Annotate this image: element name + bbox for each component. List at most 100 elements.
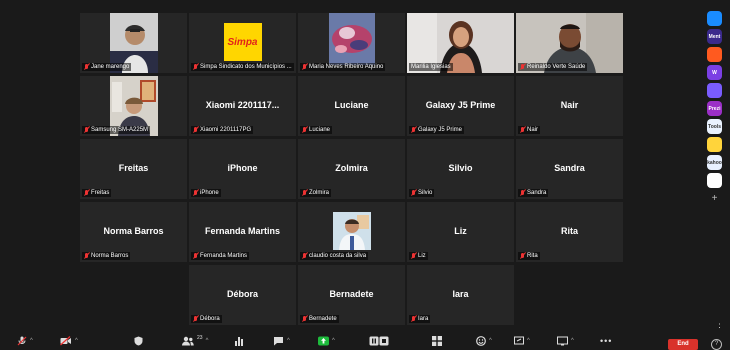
mute-options-caret[interactable]: ^ — [30, 338, 33, 344]
participant-display-name: iPhone — [227, 163, 258, 174]
polls-button[interactable] — [234, 335, 244, 346]
participant-name: claudio costa da silva — [309, 253, 367, 259]
whiteboard-icon — [514, 336, 524, 344]
participant-tile[interactable]: Bernadete Bernadete — [298, 265, 405, 325]
share-screen-button[interactable]: ^ — [318, 335, 335, 346]
app-label: Ment — [708, 33, 721, 40]
prezi-icon[interactable]: Prezi — [707, 101, 722, 116]
participant-tile[interactable]: Débora Débora — [189, 265, 296, 325]
meeting-toolbar: ^ ^ 23 ^ ^ ^ ^ ^ ^ ••• — [0, 330, 730, 350]
view-button[interactable] — [432, 335, 442, 346]
participant-tile[interactable]: Liz Liz — [407, 202, 514, 262]
participant-name-label: Silvio — [409, 189, 435, 197]
participant-name: Zolmira — [309, 190, 330, 196]
participants-icon — [182, 336, 194, 345]
participant-name: Rita — [527, 253, 538, 259]
whiteboard-options-caret[interactable]: ^ — [527, 338, 530, 344]
participant-tile[interactable]: Galaxy J5 Prime Galaxy J5 Prime — [407, 76, 514, 136]
app-label: kahoo — [707, 159, 722, 166]
mic-muted-icon — [411, 127, 416, 133]
participant-display-name: Norma Barros — [103, 226, 164, 237]
participants-options-caret[interactable]: ^ — [206, 338, 209, 344]
mic-muted-icon — [17, 336, 27, 345]
participant-video: Simpa — [223, 23, 262, 61]
participant-tile[interactable]: Zolmira Zolmira — [298, 139, 405, 199]
w-app-icon[interactable]: W — [707, 65, 722, 80]
captions-options-caret[interactable]: ^ — [571, 338, 574, 344]
participant-name-label: Iara — [409, 315, 431, 323]
help-icon[interactable]: ? — [711, 339, 722, 350]
participant-name: Nair — [527, 127, 539, 133]
participant-name-label: Zolmira — [300, 189, 332, 197]
tools-app-icon[interactable]: Tools — [707, 119, 722, 134]
participant-name: Silvio — [418, 190, 433, 196]
participant-name: Freitas — [91, 190, 110, 196]
participant-name-label: Simpa Sindicato dos Municípios ... — [191, 63, 294, 71]
participant-name: Reinaldo Verte Saúde — [527, 64, 586, 70]
app-label: Prezi — [708, 105, 721, 112]
participant-tile[interactable]: Reinaldo Verte Saúde — [516, 13, 623, 73]
mic-muted-icon — [302, 253, 307, 259]
participant-name-label: Jane marengo — [82, 63, 132, 71]
participant-tile[interactable]: Maria Neves Ribeiro Aquino — [298, 13, 405, 73]
orange-app-icon[interactable] — [707, 47, 722, 62]
share-options-caret[interactable]: ^ — [332, 338, 335, 344]
record-button[interactable] — [369, 335, 389, 346]
participant-display-name: Rita — [560, 226, 578, 237]
video-off-icon — [60, 335, 71, 345]
participant-name: Liz — [418, 253, 426, 259]
participant-tile[interactable]: Simpa Simpa Sindicato dos Municípios ... — [189, 13, 296, 73]
captions-button[interactable]: ^ — [557, 335, 574, 346]
app-blue-icon[interactable] — [707, 11, 722, 26]
participant-tile[interactable]: Samsung SM-A225M — [80, 76, 187, 136]
security-button[interactable] — [134, 335, 143, 346]
mute-button[interactable]: ^ — [17, 335, 33, 346]
video-button[interactable]: ^ — [60, 335, 78, 346]
multicolor-app-icon[interactable] — [707, 173, 722, 188]
yellow-app-icon[interactable] — [707, 137, 722, 152]
participant-tile[interactable]: Xiaomi 2201117... Xiaomi 2201117PG — [189, 76, 296, 136]
participant-name: Iara — [418, 316, 429, 322]
video-options-caret[interactable]: ^ — [75, 338, 78, 344]
participant-name-label: Sandra — [518, 189, 549, 197]
participant-tile[interactable]: iPhone iPhone — [189, 139, 296, 199]
participant-display-name: Zolmira — [335, 163, 368, 174]
record-icon — [369, 336, 389, 345]
participant-display-name: Iara — [452, 289, 469, 300]
participant-name-label: Galaxy J5 Prime — [409, 126, 465, 134]
participant-tile[interactable]: claudio costa da silva — [298, 202, 405, 262]
participant-tile[interactable]: Jane marengo — [80, 13, 187, 73]
add-app-icon[interactable]: + — [707, 191, 722, 206]
participant-tile[interactable]: Sandra Sandra — [516, 139, 623, 199]
participants-button[interactable]: 23 ^ — [182, 335, 208, 346]
purple-app-icon[interactable] — [707, 83, 722, 98]
participant-tile[interactable]: Marilia Iglesias — [407, 13, 514, 73]
participant-tile[interactable]: Luciane Luciane — [298, 76, 405, 136]
participant-tile[interactable]: Freitas Freitas — [80, 139, 187, 199]
mentimeter-icon[interactable]: Ment — [707, 29, 722, 44]
security-icon — [134, 336, 143, 345]
kahoot-icon[interactable]: kahoo — [707, 155, 722, 170]
participant-name: Bernadete — [309, 316, 337, 322]
more-icon: ••• — [600, 335, 613, 346]
participant-tile[interactable]: Silvio Silvio — [407, 139, 514, 199]
participant-tile[interactable]: Fernanda Martins Fernanda Martins — [189, 202, 296, 262]
participant-tile[interactable]: Nair Nair — [516, 76, 623, 136]
chat-options-caret[interactable]: ^ — [287, 338, 290, 344]
end-meeting-button[interactable]: End — [668, 339, 698, 350]
participant-display-name: Sandra — [554, 163, 585, 174]
reactions-button[interactable]: ^ — [476, 335, 492, 346]
mic-muted-icon — [302, 127, 307, 133]
whiteboard-button[interactable]: ^ — [514, 335, 530, 346]
mic-muted-icon — [302, 316, 307, 322]
reactions-options-caret[interactable]: ^ — [489, 338, 492, 344]
chat-button[interactable]: ^ — [273, 335, 290, 346]
participant-tile[interactable]: Iara Iara — [407, 265, 514, 325]
participant-tile[interactable]: Norma Barros Norma Barros — [80, 202, 187, 262]
more-button[interactable]: ••• — [600, 335, 612, 346]
mic-muted-icon — [520, 127, 525, 133]
participant-name: Débora — [200, 316, 220, 322]
participant-display-name: Débora — [226, 289, 258, 300]
participant-tile[interactable]: Rita Rita — [516, 202, 623, 262]
participant-video — [332, 212, 371, 250]
